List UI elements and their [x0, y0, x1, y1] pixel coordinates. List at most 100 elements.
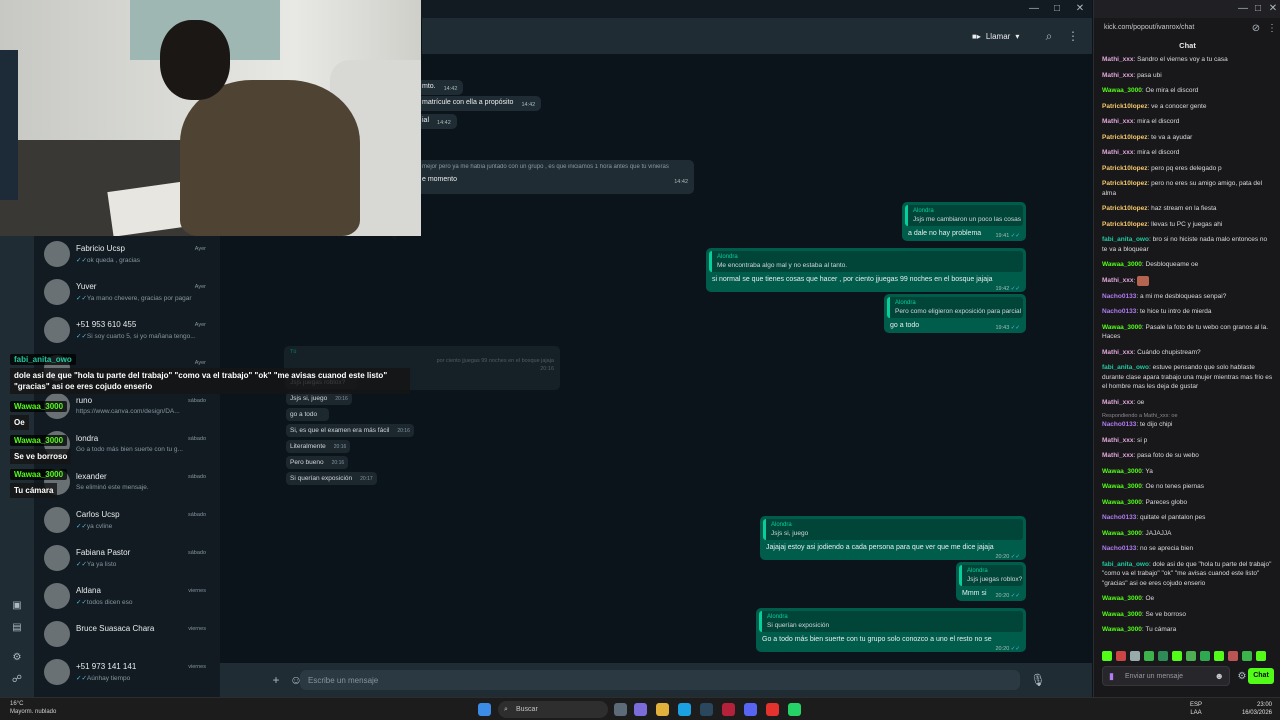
emote-icon[interactable] [1228, 651, 1238, 661]
chat-username[interactable]: Nacho0133 [1102, 308, 1136, 315]
close-icon[interactable]: ✕ [1261, 2, 1280, 16]
chat-list-item[interactable]: Fabiana Pastor ✓✓Ya ya listo sábado [34, 542, 220, 580]
clock[interactable]: 23:00 16/03/2026 [1242, 701, 1272, 717]
chat-username[interactable]: fabi_anita_owo [1102, 364, 1149, 371]
chat-username[interactable]: Mathi_xxx [1102, 399, 1133, 406]
language-indicator[interactable]: ESP LAA [1190, 701, 1202, 717]
chat-list-item[interactable]: +51 973 141 141 ✓✓Aúnhay tiempo viernes [34, 656, 220, 694]
media-icon[interactable]: ▣ [9, 598, 25, 614]
emote-quickbar[interactable] [1102, 651, 1266, 663]
more-options-icon[interactable]: ⋮ [1260, 22, 1280, 36]
chat-text: a mi me desbloqueas senpai? [1139, 292, 1227, 300]
emote-icon[interactable] [1102, 651, 1112, 661]
chat-list-item[interactable]: Aldana ✓✓todos dicen eso viernes [34, 580, 220, 618]
chat-username[interactable]: fabi_anita_owo [1102, 236, 1149, 243]
chat-username[interactable]: Nacho0133 [1102, 514, 1136, 521]
chat-username[interactable]: Patrick10lopez [1102, 180, 1148, 187]
archive-icon[interactable]: ▤ [9, 620, 25, 636]
taskbar-search[interactable]: ⌕ Buscar [498, 701, 608, 718]
chat-list-item[interactable]: Yuver ✓✓Ya mano chevere, gracias por paga… [34, 276, 220, 314]
settings-icon[interactable]: ⚙ [9, 650, 25, 666]
chat-username[interactable]: Wawaa_3000 [1102, 261, 1142, 268]
chat-username[interactable]: Wawaa_3000 [1102, 611, 1142, 618]
chat-username[interactable]: Mathi_xxx [1102, 452, 1133, 459]
chat-text: pasa foto de su webo [1137, 452, 1199, 460]
chat-time: viernes [188, 588, 206, 594]
chat-username[interactable]: Patrick10lopez [1102, 221, 1148, 228]
message-input[interactable] [300, 670, 1020, 690]
webcam-overlay [0, 0, 421, 236]
chat-last-message: ✓✓Aúnhay tiempo [76, 675, 131, 682]
chat-username[interactable]: Wawaa_3000 [1102, 595, 1142, 602]
chat-message: Wawaa_3000: Pasale la foto de tu webo co… [1102, 323, 1268, 341]
weather-widget[interactable]: 16°C Mayorm. nublado [10, 700, 56, 716]
emote-icon[interactable] [1172, 651, 1182, 661]
chat-text: Desbloqueame oe [1145, 261, 1199, 268]
emoji-icon[interactable]: ☻ [1215, 671, 1224, 681]
microphone-icon[interactable]: 🎙︎ [1030, 672, 1046, 688]
chat-username[interactable]: Patrick10lopez [1102, 165, 1148, 172]
chat-username[interactable]: Mathi_xxx [1102, 349, 1133, 356]
edge-icon[interactable] [678, 703, 691, 716]
emote-icon[interactable] [1200, 651, 1210, 661]
chat-list-item[interactable]: +51 953 610 455 ✓✓Si soy cuarto 5, si yo … [34, 314, 220, 352]
profile-icon[interactable]: ☍ [9, 672, 25, 688]
task-view-icon[interactable] [614, 703, 627, 716]
chat-input[interactable]: ▮ Enviar un mensaje ☻ [1102, 666, 1230, 686]
emote-icon[interactable] [1158, 651, 1168, 661]
emote-icon[interactable] [1130, 651, 1140, 661]
emote-icon[interactable] [1116, 651, 1126, 661]
chat-username[interactable]: Mathi_xxx [1102, 149, 1133, 156]
chat-username[interactable]: Patrick10lopez [1102, 134, 1148, 141]
chat-username[interactable]: Nacho0133 [1102, 421, 1136, 428]
send-chat-button[interactable]: Chat [1248, 668, 1274, 684]
chat-list-item[interactable]: Carlos Ucsp ✓✓ya cvline sábado [34, 504, 220, 542]
app-icon[interactable] [722, 703, 735, 716]
steam-icon[interactable] [700, 703, 713, 716]
chrome-icon[interactable] [766, 703, 779, 716]
maximize-icon[interactable]: □ [1045, 2, 1069, 16]
chat-list-item[interactable]: Fabricio Ucsp ✓✓ok queda , gracias Ayer [34, 238, 220, 276]
emote-icon[interactable] [1186, 651, 1196, 661]
file-explorer-icon[interactable] [656, 703, 669, 716]
emote-icon[interactable] [1242, 651, 1252, 661]
chat-username[interactable]: Patrick10lopez [1102, 205, 1148, 212]
chat-username[interactable]: Wawaa_3000 [1102, 499, 1142, 506]
chat-message: Patrick10lopez: pero pq eres delegado p [1102, 164, 1222, 172]
chat-message-list: Mathi_xxx: Sandro el viernes voy a tu ca… [1102, 55, 1274, 645]
app-icon[interactable] [634, 703, 647, 716]
search-icon[interactable]: ⌕ [1040, 27, 1058, 45]
emote-icon[interactable] [1256, 651, 1266, 661]
chat-username[interactable]: Wawaa_3000 [1102, 87, 1142, 94]
chat-username[interactable]: Wawaa_3000 [1102, 530, 1142, 537]
chat-username[interactable]: Mathi_xxx [1102, 277, 1133, 284]
close-icon[interactable]: ✕ [1068, 2, 1092, 16]
chat-username[interactable]: Mathi_xxx [1102, 72, 1133, 79]
attach-plus-icon[interactable]: + [268, 672, 284, 688]
chat-list-item[interactable]: Bruce Suasaca Chara viernes [34, 618, 220, 656]
whatsapp-icon[interactable] [788, 703, 801, 716]
chat-username[interactable]: Mathi_xxx [1102, 118, 1133, 125]
chat-last-message: ✓✓Ya ya listo [76, 561, 117, 568]
chat-username[interactable]: Patrick10lopez [1102, 103, 1148, 110]
chat-username[interactable]: Mathi_xxx [1102, 56, 1133, 63]
chat-username[interactable]: Wawaa_3000 [1102, 324, 1142, 331]
chat-username[interactable]: Wawaa_3000 [1102, 483, 1142, 490]
more-options-icon[interactable]: ⋮ [1064, 27, 1082, 45]
discord-icon[interactable] [744, 703, 757, 716]
minimize-icon[interactable]: — [1022, 2, 1046, 16]
avatar [44, 583, 70, 609]
call-button[interactable]: ■▸ Llamar ▾ [972, 27, 1019, 45]
windows-start-icon[interactable] [478, 703, 491, 716]
emote-icon[interactable] [1144, 651, 1154, 661]
chat-username[interactable]: Wawaa_3000 [1102, 468, 1142, 475]
chat-username[interactable]: Mathi_xxx [1102, 437, 1133, 444]
emote-icon[interactable] [1214, 651, 1224, 661]
chat-username[interactable]: Wawaa_3000 [1102, 626, 1142, 633]
chat-username[interactable]: fabi_anita_owo [1102, 561, 1149, 568]
chat-username[interactable]: Nacho0133 [1102, 545, 1136, 552]
chat-username[interactable]: Nacho0133 [1102, 293, 1136, 300]
webcam-monitor [0, 50, 18, 200]
conversation-header: ■▸ Llamar ▾ ⌕ ⋮ [422, 18, 1092, 54]
outgoing-message: Alondra Si querían exposición Go a todo m… [756, 608, 1026, 652]
